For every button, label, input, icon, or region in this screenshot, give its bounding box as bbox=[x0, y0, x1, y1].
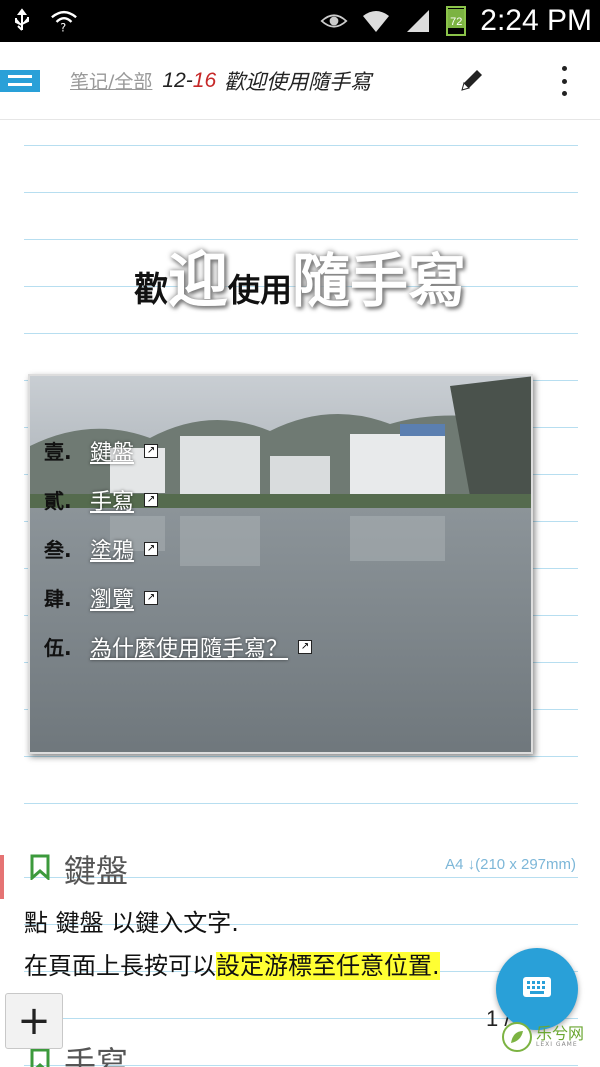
toc-item[interactable]: 肆. 瀏覽 ↗ bbox=[44, 573, 312, 622]
battery-level: 72 bbox=[450, 16, 463, 28]
watermark-text: 乐兮网 bbox=[536, 1024, 585, 1043]
app-bar: 笔记/全部 12-16 歡迎使用隨手寫 bbox=[0, 42, 600, 120]
body-text-line: 在頁面上長按可以設定游標至任意位置. bbox=[24, 946, 440, 981]
more-vert-icon[interactable] bbox=[552, 66, 576, 96]
breadcrumb[interactable]: 笔记/全部 bbox=[70, 67, 152, 94]
toc-number: 壹. bbox=[44, 440, 72, 464]
toc-item[interactable]: 貳. 手寫 ↗ bbox=[44, 475, 312, 524]
body-text-line: 點 鍵盤 以鍵入文字. bbox=[24, 909, 239, 937]
watermark: 乐兮网 LEXI GAME bbox=[502, 1022, 584, 1052]
note-date-month: 12- bbox=[162, 68, 193, 92]
headline-part3: 使用 bbox=[227, 271, 292, 309]
usb-icon bbox=[8, 7, 36, 35]
toc-link-why[interactable]: 為什麼使用隨手寫？ bbox=[90, 631, 288, 663]
wifi-question-icon: ? bbox=[50, 7, 78, 35]
note-date: 12-16 bbox=[162, 69, 216, 93]
bookmark-icon[interactable] bbox=[30, 854, 50, 882]
lake-photo-card: 壹. 鍵盤 ↗ 貳. 手寫 ↗ 叁. 塗鴉 ↗ 肆. 瀏覽 ↗ 伍. 為什麼使用 bbox=[28, 374, 533, 754]
section-marker bbox=[0, 855, 4, 899]
toc-item[interactable]: 壹. 鍵盤 ↗ bbox=[44, 426, 312, 475]
add-button[interactable]: + bbox=[5, 993, 63, 1049]
toc-number: 叁. bbox=[44, 538, 72, 562]
status-time: 2:24 PM bbox=[480, 4, 592, 37]
status-bar: ? 72 2:24 PM bbox=[0, 0, 600, 42]
svg-text:?: ? bbox=[60, 21, 66, 33]
paper-size-label: A4 ↓(210 x 297mm) bbox=[445, 856, 576, 873]
toc-link-doodle[interactable]: 塗鴉 bbox=[90, 533, 134, 565]
external-link-icon[interactable]: ↗ bbox=[144, 541, 159, 556]
toc-number: 肆. bbox=[44, 587, 72, 611]
toc-link-keyboard[interactable]: 鍵盤 bbox=[90, 435, 134, 467]
note-title: 歡迎使用隨手寫 bbox=[224, 69, 372, 94]
external-link-icon[interactable]: ↗ bbox=[298, 639, 313, 654]
watermark-subtext: LEXI GAME bbox=[536, 1041, 578, 1048]
toc-item[interactable]: 伍. 為什麼使用隨手寫？ ↗ bbox=[44, 622, 313, 671]
list-menu-icon[interactable] bbox=[0, 69, 40, 92]
eye-icon bbox=[320, 7, 348, 35]
headline-part1: 歡 bbox=[133, 270, 168, 310]
toc-number: 伍. bbox=[44, 636, 72, 660]
external-link-icon[interactable]: ↗ bbox=[144, 443, 159, 458]
note-date-day: 16 bbox=[192, 68, 217, 92]
toc-item[interactable]: 叁. 塗鴉 ↗ bbox=[44, 524, 312, 573]
table-of-contents: 壹. 鍵盤 ↗ 貳. 手寫 ↗ 叁. 塗鴉 ↗ 肆. 瀏覽 ↗ 伍. 為什麼使用 bbox=[44, 426, 313, 671]
section-title-keyboard: 鍵盤 bbox=[64, 852, 129, 890]
welcome-headline: 歡迎使用隨手寫 bbox=[0, 232, 600, 319]
toc-link-browse[interactable]: 瀏覽 bbox=[90, 582, 134, 614]
highlighted-text: 設定游標至任意位置. bbox=[216, 952, 440, 980]
external-link-icon[interactable]: ↗ bbox=[144, 590, 159, 605]
bookmark-icon[interactable] bbox=[30, 1048, 50, 1067]
watermark-logo-icon bbox=[502, 1022, 532, 1052]
signal-icon bbox=[404, 7, 432, 35]
headline-part4: 隨手寫 bbox=[292, 247, 467, 315]
keyboard-icon bbox=[522, 976, 552, 1002]
pencil-icon[interactable] bbox=[458, 66, 486, 94]
external-link-icon[interactable]: ↗ bbox=[144, 492, 159, 507]
keyboard-fab-button[interactable] bbox=[496, 948, 578, 1030]
headline-part2: 迎 bbox=[167, 246, 228, 316]
battery-icon: 72 bbox=[446, 6, 467, 36]
toc-link-handwriting[interactable]: 手寫 bbox=[90, 484, 134, 516]
section-title-handwriting: 手寫 bbox=[64, 1044, 129, 1067]
body-text-plain: 在頁面上長按可以 bbox=[24, 952, 216, 980]
note-page[interactable]: 歡迎使用隨手寫 壹. 鍵盤 ↗ 貳. 手寫 ↗ 叁. 塗鴉 ↗ 肆. 瀏覽 ↗ … bbox=[0, 120, 600, 1067]
wifi-icon bbox=[362, 7, 390, 35]
toc-number: 貳. bbox=[44, 489, 72, 513]
